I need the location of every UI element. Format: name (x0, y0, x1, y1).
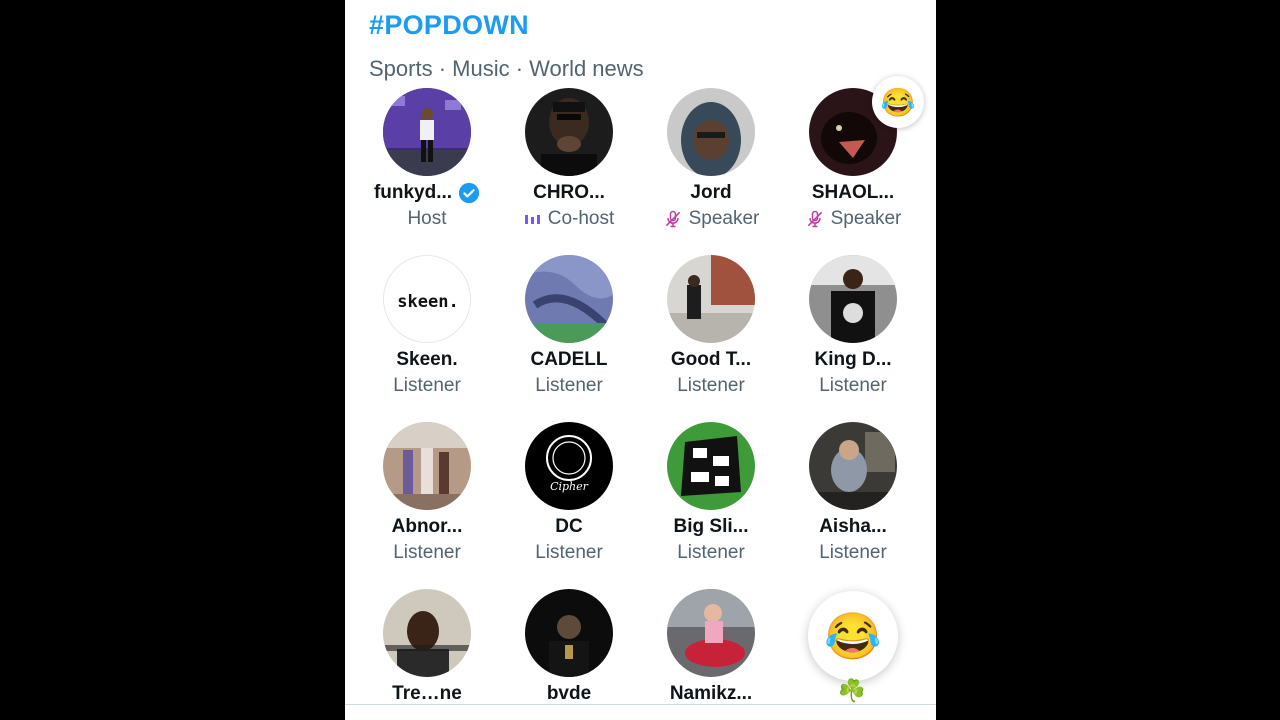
svg-text:Cipher: Cipher (550, 480, 589, 493)
participant-card-speaker[interactable]: Jord Speaker (640, 88, 782, 230)
participant-name: King D... (814, 349, 892, 370)
avatar[interactable] (383, 589, 471, 677)
avatar[interactable] (525, 589, 613, 677)
participant-name: bvde (546, 683, 592, 704)
participant-name: Namikz... (669, 683, 753, 704)
participant-role: Speaker (830, 208, 902, 229)
avatar[interactable] (667, 589, 755, 677)
participant-card-listener[interactable]: Namikz... (640, 589, 782, 705)
participant-name: Tre…ne (392, 683, 462, 704)
participant-name: SHAOL... (811, 182, 895, 203)
participant-card-speaker[interactable]: 😂 SHAOL... Speaker (782, 76, 924, 230)
space-participants-panel: #POPDOWN Sports · Music · World news fun… (345, 0, 936, 720)
participant-card-listener[interactable]: Abnor... Listener (356, 422, 498, 564)
participant-card-listener[interactable]: Big Sli... Listener (640, 422, 782, 564)
participant-card-listener[interactable]: Aisha... Listener (782, 422, 924, 564)
mic-off-icon (665, 210, 680, 228)
participant-role: Host (407, 208, 447, 229)
participant-name: Big Sli... (673, 516, 749, 537)
avatar[interactable] (525, 255, 613, 343)
participant-card-listener[interactable]: King D... Listener (782, 255, 924, 397)
participant-role: Listener (393, 375, 461, 396)
divider (345, 704, 936, 705)
space-title-hashtag[interactable]: #POPDOWN (369, 10, 529, 41)
participant-role: Co-host (547, 208, 615, 229)
speaking-bars-icon (524, 215, 540, 224)
participant-name: funkyd... (373, 182, 453, 203)
participant-role: Listener (819, 542, 887, 563)
mic-off-icon (807, 210, 822, 228)
clover-emoji: ☘️ (838, 678, 866, 703)
participant-card-listener[interactable]: Cipher DC Listener (498, 422, 640, 564)
reaction-emoji: 😂 (872, 76, 924, 128)
avatar[interactable] (383, 422, 471, 510)
participant-card-cohost[interactable]: CHRO... Co-host (498, 88, 640, 230)
floating-reaction-emoji: 😂 (808, 591, 898, 681)
avatar[interactable] (667, 255, 755, 343)
participant-role: Listener (677, 542, 745, 563)
participant-card-listener[interactable]: Good T... Listener (640, 255, 782, 397)
avatar[interactable] (667, 88, 755, 176)
participant-card-listener[interactable]: CADELL Listener (498, 255, 640, 397)
participant-name: Abnor... (391, 516, 463, 537)
participant-name: CADELL (530, 349, 608, 370)
participant-name: Jord (690, 182, 732, 203)
participant-card-host[interactable]: funkyd... Host (356, 88, 498, 230)
participant-name: Skeen. (396, 349, 458, 370)
avatar[interactable] (383, 88, 471, 176)
participant-card-listener[interactable]: bvde (498, 589, 640, 705)
space-topics: Sports · Music · World news (369, 56, 644, 81)
avatar[interactable] (667, 422, 755, 510)
participant-role: Listener (535, 542, 603, 563)
participant-name: DC (555, 516, 583, 537)
verified-badge-icon (458, 182, 480, 204)
avatar[interactable] (525, 88, 613, 176)
participant-card-listener[interactable]: skeen. Skeen. Listener (356, 255, 498, 397)
participant-role: Speaker (688, 208, 760, 229)
participant-role: Listener (677, 375, 745, 396)
participant-name: Good T... (670, 349, 752, 370)
participant-name: CHRO... (533, 182, 605, 203)
participant-card-listener[interactable]: Tre…ne (356, 589, 498, 705)
participant-role: Listener (393, 542, 461, 563)
participant-name: Aisha... (819, 516, 887, 537)
participant-role: Listener (535, 375, 603, 396)
svg-text:skeen.: skeen. (397, 292, 458, 312)
avatar[interactable]: skeen. (383, 255, 471, 343)
participant-role: Listener (819, 375, 887, 396)
avatar[interactable] (809, 422, 897, 510)
avatar[interactable] (809, 255, 897, 343)
avatar[interactable]: Cipher (525, 422, 613, 510)
